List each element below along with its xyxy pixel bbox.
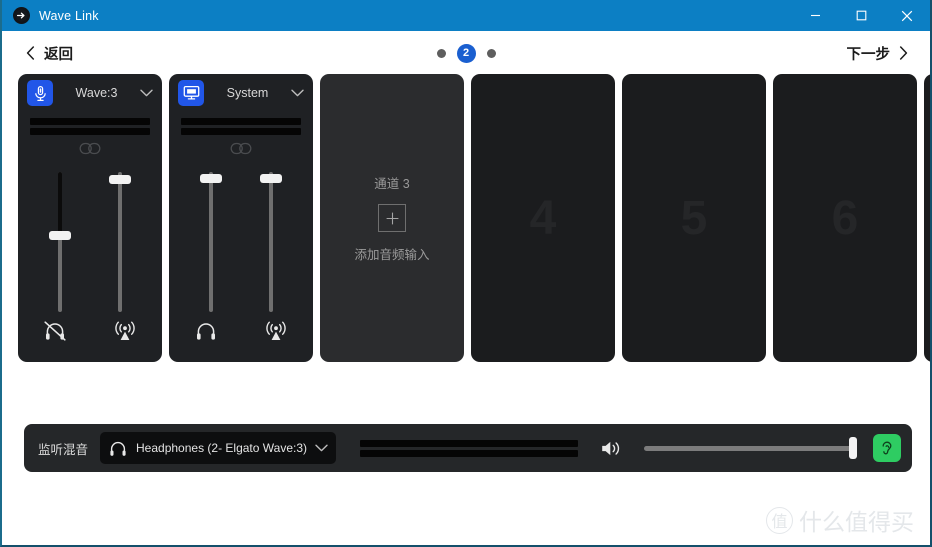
pager-dot-3[interactable]	[486, 48, 496, 58]
channel-rack: Wave:3 System 通道 3 添加音频输入 4 5 6	[18, 74, 930, 362]
channel-level-meters	[30, 118, 150, 135]
channel-level-meters	[181, 118, 301, 135]
channel-header: Wave:3	[18, 74, 162, 112]
meter-right	[360, 449, 579, 457]
link-icon[interactable]	[18, 135, 162, 161]
volume-track	[644, 445, 853, 451]
next-button[interactable]: 下一步	[847, 43, 909, 64]
meter-right	[181, 128, 301, 135]
channel-strip-5[interactable]: 5	[622, 74, 766, 362]
stream-output-icon[interactable]	[110, 316, 140, 346]
microphone-icon[interactable]	[27, 80, 53, 106]
meter-left	[30, 118, 150, 125]
meter-left	[360, 439, 579, 447]
channel-name-label: System	[226, 86, 269, 100]
monitor-device-value: Headphones (2- Elgato Wave:3)	[136, 441, 307, 455]
channel-output-toggles	[18, 316, 162, 346]
pager-dot-1[interactable]	[436, 48, 446, 58]
chevron-down-icon[interactable]	[315, 444, 328, 452]
close-button[interactable]	[884, 0, 930, 31]
headphones-icon[interactable]	[191, 316, 221, 346]
wave-link-window: Wave Link 返回 2 下一步 Wave:3 System 通道 3 添加…	[0, 0, 932, 547]
monitor-mix-label: 监听混音	[38, 442, 89, 457]
monitor-fader[interactable]	[49, 172, 71, 312]
window-title: Wave Link	[39, 8, 99, 23]
channel-number-label: 4	[529, 191, 557, 245]
meter-right	[30, 128, 150, 135]
chevron-right-icon	[899, 46, 908, 60]
pager-dot-2[interactable]: 2	[456, 43, 476, 63]
chevron-left-icon	[26, 46, 35, 60]
channel-strip-6[interactable]: 6	[773, 74, 917, 362]
chevron-down-icon[interactable]	[291, 89, 304, 97]
monitor-level-meters	[360, 439, 579, 457]
channel-strip-system[interactable]: System	[169, 74, 313, 362]
monitor-volume-slider[interactable]	[644, 437, 857, 459]
channel-header: System	[169, 74, 313, 112]
channel-faders	[169, 172, 313, 312]
watermark-badge: 值	[766, 506, 793, 534]
stream-fader[interactable]	[109, 172, 131, 312]
channel-faders	[18, 172, 162, 312]
wavelink-logo-icon	[13, 7, 30, 24]
channel-name-label: Wave:3	[75, 86, 118, 100]
channel-output-toggles	[169, 316, 313, 346]
headphones-icon	[108, 439, 128, 458]
watermark-text: 什么值得买	[799, 509, 914, 535]
wizard-header: 返回 2 下一步	[2, 31, 930, 75]
back-button-label: 返回	[44, 46, 73, 63]
stream-output-icon[interactable]	[261, 316, 291, 346]
meter-left	[181, 118, 301, 125]
monitor-mix-bar: 监听混音 Headphones (2- Elgato Wave:3)	[24, 424, 912, 472]
add-audio-input-area[interactable]: 通道 3 添加音频输入	[320, 74, 464, 362]
empty-channel-title: 通道 3	[374, 177, 410, 191]
channel-strip-7[interactable]	[924, 74, 930, 362]
channel-strip-4[interactable]: 4	[471, 74, 615, 362]
channel-strip-add[interactable]: 通道 3 添加音频输入	[320, 74, 464, 362]
chevron-down-icon[interactable]	[140, 89, 153, 97]
monitor-device-select[interactable]: Headphones (2- Elgato Wave:3)	[100, 432, 337, 464]
plus-icon[interactable]	[378, 204, 406, 232]
monitor-fader[interactable]	[200, 172, 222, 312]
channel-strip-wave3[interactable]: Wave:3	[18, 74, 162, 362]
next-button-label: 下一步	[846, 46, 891, 63]
link-icon[interactable]	[169, 135, 313, 161]
speaker-volume-icon[interactable]	[600, 439, 622, 458]
channel-number-label: 6	[831, 191, 859, 245]
monitor-icon[interactable]	[178, 80, 204, 106]
add-audio-input-label: 添加音频输入	[354, 248, 430, 262]
channel-number-label: 5	[680, 191, 708, 245]
stream-fader[interactable]	[260, 172, 282, 312]
headphones-muted-icon[interactable]	[40, 316, 70, 346]
minimize-button[interactable]	[792, 0, 838, 31]
channel-number-label	[924, 74, 930, 362]
ear-monitor-button[interactable]	[873, 434, 901, 462]
title-bar: Wave Link	[2, 0, 930, 31]
watermark: 值 什么值得买	[766, 503, 914, 537]
maximize-button[interactable]	[838, 0, 884, 31]
back-button[interactable]: 返回	[26, 43, 73, 64]
page-indicator: 2	[2, 31, 930, 75]
volume-knob[interactable]	[848, 437, 857, 459]
